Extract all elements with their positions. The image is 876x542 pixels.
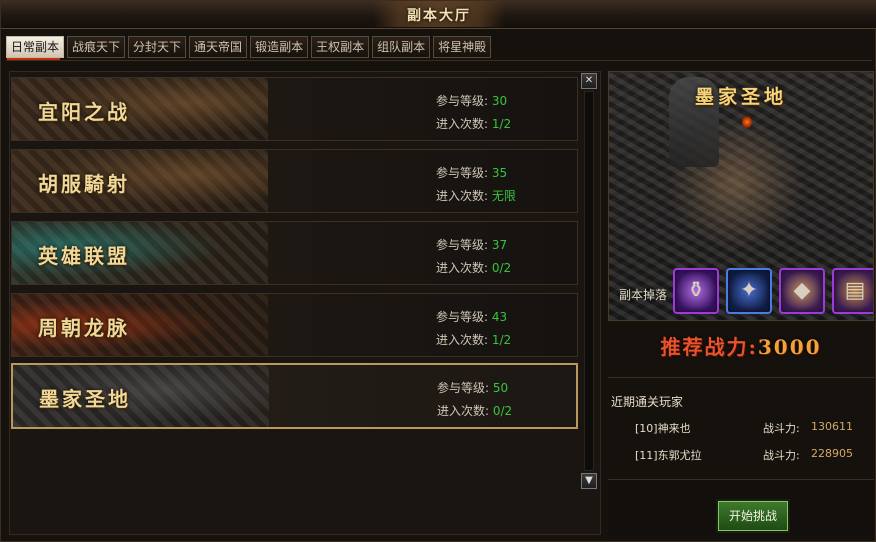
player-power-label: 战斗力: bbox=[763, 449, 800, 462]
drop-scroll-icon[interactable]: ▤ bbox=[832, 268, 873, 314]
drop-claw-icon[interactable]: ✦ bbox=[726, 268, 772, 314]
ore-icon: ◆ bbox=[793, 278, 811, 303]
dungeon-stats: 参与等级: 43 进入次数: 1/2 bbox=[436, 306, 511, 352]
section-divider bbox=[608, 377, 874, 378]
level-value: 35 bbox=[491, 166, 508, 180]
tab-divider bbox=[6, 60, 872, 61]
dungeon-name: 胡服騎射 bbox=[38, 172, 130, 196]
preview-dungeon-name: 墨家圣地 bbox=[694, 86, 787, 108]
window-title: 副本大厅 bbox=[407, 8, 471, 24]
dungeon-name: 宜阳之战 bbox=[38, 100, 130, 124]
scroll-down-button[interactable]: ▼ bbox=[581, 473, 597, 489]
drop-label: 副本掉落 bbox=[619, 288, 668, 302]
start-challenge-button[interactable]: 开始挑战 bbox=[718, 501, 788, 531]
player-power-label: 战斗力: bbox=[763, 422, 800, 435]
scroll-icon: ▤ bbox=[844, 278, 866, 303]
entries-label: 进入次数: bbox=[436, 333, 489, 347]
dungeon-row[interactable]: 宜阳之战 参与等级: 30 进入次数: 1/2 bbox=[11, 77, 578, 141]
entries-label: 进入次数: bbox=[437, 404, 490, 418]
recent-player-row: [10]神来也 战斗力: 130611 bbox=[635, 420, 875, 436]
dungeon-row[interactable]: 胡服騎射 参与等级: 35 进入次数: 无限 bbox=[11, 149, 578, 213]
recommended-power: 推荐战力:3000 bbox=[608, 331, 874, 371]
tab-royal[interactable]: 王权副本 bbox=[311, 36, 370, 58]
level-label: 参与等级: bbox=[436, 238, 489, 252]
entries-value: 0/2 bbox=[492, 404, 513, 418]
dungeon-row[interactable]: 英雄联盟 参与等级: 37 进入次数: 0/2 bbox=[11, 221, 578, 285]
title-bar: 副本大厅 bbox=[1, 1, 876, 29]
dungeon-name: 墨家圣地 bbox=[39, 387, 131, 411]
drop-potion-icon[interactable]: ⚱ bbox=[673, 268, 719, 314]
recent-player-row: [11]东郭尤拉 战斗力: 228905 bbox=[635, 447, 875, 463]
level-label: 参与等级: bbox=[436, 166, 489, 180]
dungeon-hall-window: 副本大厅 日常副本 战痕天下 分封天下 通天帝国 锻造副本 王权副本 组队副本 … bbox=[0, 0, 876, 542]
level-value: 50 bbox=[492, 381, 509, 395]
entries-value: 0/2 bbox=[491, 261, 512, 275]
dungeon-stats: 参与等级: 37 进入次数: 0/2 bbox=[436, 234, 511, 280]
scrollbar-track[interactable] bbox=[584, 91, 594, 471]
player-power-value: 130611 bbox=[811, 420, 853, 433]
entries-value: 1/2 bbox=[491, 333, 512, 347]
entries-label: 进入次数: bbox=[436, 261, 489, 275]
tab-daily[interactable]: 日常副本 bbox=[6, 36, 65, 58]
entries-label: 进入次数: bbox=[436, 117, 489, 131]
level-value: 37 bbox=[491, 238, 508, 252]
dungeon-stats: 参与等级: 30 进入次数: 1/2 bbox=[436, 90, 511, 136]
tab-fenfeng[interactable]: 分封天下 bbox=[128, 36, 187, 58]
recommended-power-label: 推荐战力: bbox=[660, 335, 758, 359]
tab-general[interactable]: 将星神殿 bbox=[433, 36, 492, 58]
dungeon-row-selected[interactable]: 墨家圣地 参与等级: 50 进入次数: 0/2 bbox=[11, 363, 578, 429]
level-value: 30 bbox=[491, 94, 508, 108]
level-label: 参与等级: bbox=[436, 310, 489, 324]
scroll-up-button[interactable]: ✕ bbox=[581, 73, 597, 89]
dungeon-stats: 参与等级: 50 进入次数: 0/2 bbox=[437, 377, 512, 423]
dungeon-row[interactable]: 周朝龙脉 参与等级: 43 进入次数: 1/2 bbox=[11, 293, 578, 357]
tab-zhanhen[interactable]: 战痕天下 bbox=[67, 36, 126, 58]
level-label: 参与等级: bbox=[436, 94, 489, 108]
category-tabs: 日常副本 战痕天下 分封天下 通天帝国 锻造副本 王权副本 组队副本 将星神殿 bbox=[6, 36, 492, 58]
level-label: 参与等级: bbox=[437, 381, 490, 395]
recommended-power-value: 3000 bbox=[757, 335, 822, 359]
tab-team[interactable]: 组队副本 bbox=[372, 36, 431, 58]
dungeon-name: 英雄联盟 bbox=[38, 244, 130, 268]
player-name: [11]东郭尤拉 bbox=[635, 449, 702, 462]
player-name: [10]神来也 bbox=[635, 422, 691, 435]
potion-icon: ⚱ bbox=[686, 278, 706, 303]
claw-icon: ✦ bbox=[739, 278, 759, 303]
drop-ore-icon[interactable]: ◆ bbox=[779, 268, 825, 314]
entries-value: 无限 bbox=[491, 189, 516, 203]
tab-forge[interactable]: 锻造副本 bbox=[250, 36, 309, 58]
recent-players-title: 近期通关玩家 bbox=[611, 395, 684, 409]
flame-image bbox=[742, 116, 752, 128]
dungeon-name: 周朝龙脉 bbox=[38, 316, 130, 340]
tab-tongtian[interactable]: 通天帝国 bbox=[189, 36, 248, 58]
level-value: 43 bbox=[491, 310, 508, 324]
entries-value: 1/2 bbox=[491, 117, 512, 131]
dungeon-stats: 参与等级: 35 进入次数: 无限 bbox=[436, 162, 516, 208]
dungeon-preview: 墨家圣地 副本掉落 ⚱ ✦ ◆ ▤ bbox=[608, 71, 874, 321]
entries-label: 进入次数: bbox=[436, 189, 489, 203]
player-power-value: 228905 bbox=[811, 447, 853, 460]
